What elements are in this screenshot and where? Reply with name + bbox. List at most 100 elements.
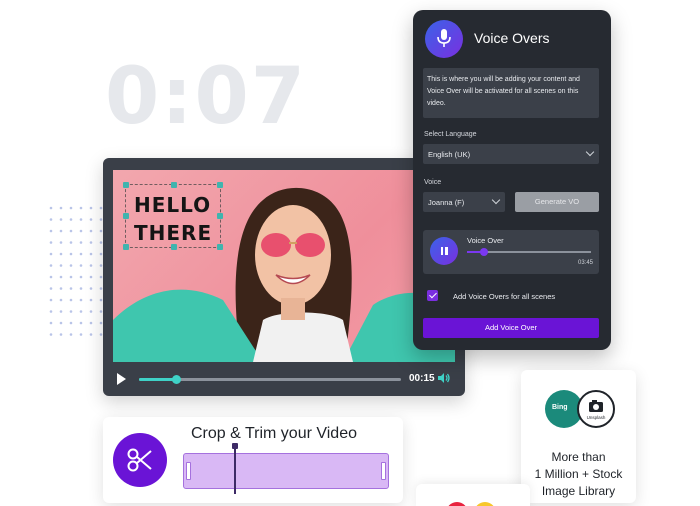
decorative-dot — [89, 275, 93, 279]
decorative-dot — [69, 252, 73, 256]
playhead-line — [234, 446, 236, 494]
resize-handle[interactable] — [171, 244, 177, 250]
voice-label: Voice — [424, 179, 442, 186]
scissors-button[interactable] — [113, 433, 167, 487]
camera-icon — [589, 400, 603, 412]
audio-seek-bar[interactable] — [467, 248, 591, 256]
decorative-dot — [89, 218, 93, 221]
resize-handle[interactable] — [171, 182, 177, 188]
language-label: Select Language — [424, 131, 477, 138]
decorative-dot — [59, 252, 63, 256]
seek-progress — [139, 378, 176, 381]
decorative-dot — [79, 252, 83, 256]
resize-handle[interactable] — [217, 213, 223, 219]
overlay-text: HELLO THERE — [134, 193, 213, 245]
voice-select[interactable]: Joanna (F) — [423, 192, 505, 212]
decorative-dot — [99, 298, 103, 302]
decorative-dot — [49, 321, 53, 325]
decorative-dot — [69, 287, 73, 290]
decorative-dot — [99, 264, 103, 267]
decorative-dot — [59, 241, 63, 244]
add-voice-over-button[interactable]: Add Voice Over — [423, 318, 599, 338]
decorative-dot — [89, 252, 93, 256]
chevron-down-icon — [585, 147, 595, 157]
decorative-dot — [69, 298, 73, 302]
trim-timeline[interactable] — [183, 443, 389, 494]
pause-button[interactable] — [430, 237, 458, 265]
decorative-dot — [59, 287, 63, 290]
decorative-dot — [69, 275, 73, 279]
decorative-dot — [59, 218, 63, 221]
decorative-dot — [59, 275, 63, 279]
decorative-dot — [59, 310, 63, 313]
decorative-dot — [49, 310, 53, 313]
red-circle-icon — [446, 502, 468, 506]
decorative-dot — [79, 264, 83, 267]
decorative-dot — [79, 218, 83, 221]
video-preview[interactable]: HELLO THERE — [113, 170, 455, 362]
decorative-dot — [89, 310, 93, 313]
decorative-dot — [79, 275, 83, 279]
decorative-dot — [99, 252, 103, 256]
description-text: This is where you will be adding your co… — [423, 68, 599, 118]
decorative-dot — [49, 206, 53, 210]
seek-knob[interactable] — [171, 375, 181, 384]
panel-title: Voice Overs — [474, 30, 550, 46]
resize-handle[interactable] — [123, 182, 129, 188]
crop-trim-card: Crop & Trim your Video — [103, 417, 403, 503]
decorative-dot — [99, 275, 103, 279]
audio-title: Voice Over — [467, 236, 504, 245]
resize-handle[interactable] — [217, 244, 223, 250]
crop-title: Crop & Trim your Video — [191, 425, 357, 442]
chevron-down-icon — [491, 195, 501, 205]
text-overlay-box[interactable]: HELLO THERE — [123, 182, 223, 250]
resize-handle[interactable] — [217, 182, 223, 188]
microphone-button[interactable] — [425, 20, 463, 58]
decorative-dot — [99, 333, 103, 336]
voice-value: Joanna (F) — [428, 198, 465, 207]
audio-seek-knob[interactable] — [480, 248, 489, 256]
audio-duration: 03:45 — [577, 260, 593, 266]
all-scenes-checkbox[interactable] — [427, 290, 438, 301]
decorative-dot — [79, 333, 83, 336]
decorative-dot — [49, 264, 53, 267]
microphone-icon — [437, 29, 451, 47]
decorative-dot — [59, 206, 63, 210]
stock-library-card: Bing Unsplash More than 1 Million + Stoc… — [521, 370, 636, 503]
current-time: 00:15 — [409, 373, 435, 384]
generate-vo-button[interactable]: Generate VO — [515, 192, 599, 212]
scissors-icon — [127, 448, 152, 472]
unsplash-logo-icon: Unsplash — [577, 390, 615, 428]
decorative-dot — [69, 206, 73, 210]
volume-icon[interactable] — [437, 371, 451, 385]
decorative-dot — [99, 310, 103, 313]
video-player: HELLO THERE 00:15 — [103, 158, 465, 396]
language-value: English (UK) — [428, 150, 471, 159]
play-icon[interactable] — [117, 373, 126, 385]
language-select[interactable]: English (UK) — [423, 144, 599, 164]
pause-icon — [440, 247, 443, 255]
decorative-dot — [59, 229, 63, 233]
large-timer-display: 0:07 — [105, 52, 308, 142]
decorative-dot — [99, 218, 103, 221]
unsplash-label: Unsplash — [586, 415, 606, 420]
resize-handle[interactable] — [123, 244, 129, 250]
resize-handle[interactable] — [123, 213, 129, 219]
decorative-dot — [89, 241, 93, 244]
decorative-dot — [99, 287, 103, 290]
bing-label: Bing — [552, 404, 568, 411]
decorative-dot — [49, 298, 53, 302]
decorative-dot — [59, 321, 63, 325]
seek-bar[interactable] — [139, 375, 401, 384]
decorative-dot — [89, 298, 93, 302]
decorative-dot — [69, 264, 73, 267]
decorative-dot — [79, 310, 83, 313]
decorative-dot — [49, 275, 53, 279]
decorative-dot — [59, 298, 63, 302]
stock-library-text: More than 1 Million + Stock Image Librar… — [534, 450, 623, 498]
trim-end-handle[interactable] — [381, 462, 386, 480]
decorative-dot — [49, 287, 53, 290]
checkbox-label: Add Voice Overs for all scenes — [453, 292, 556, 301]
trim-start-handle[interactable] — [186, 462, 191, 480]
decorative-dot — [89, 206, 93, 210]
